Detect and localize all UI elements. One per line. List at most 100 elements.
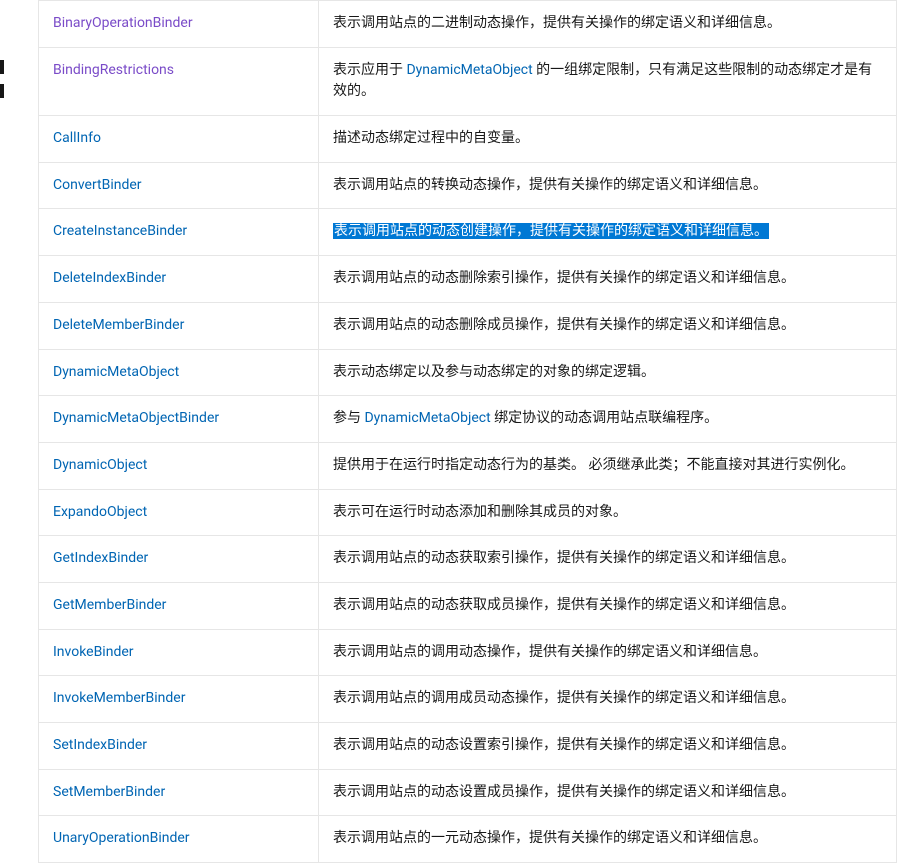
description-text: 表示动态绑定以及参与动态绑定的对象的绑定逻辑。	[333, 364, 655, 380]
class-description: 表示调用站点的二进制动态操作，提供有关操作的绑定语义和详细信息。	[333, 15, 781, 31]
class-description-cell: 参与 DynamicMetaObject 绑定协议的动态调用站点联编程序。	[319, 396, 897, 443]
class-description: 表示调用站点的动态设置成员操作，提供有关操作的绑定语义和详细信息。	[333, 784, 795, 800]
class-description: 提供用于在运行时指定动态行为的基类。 必须继承此类；不能直接对其进行实例化。	[333, 457, 854, 473]
side-marks	[0, 60, 4, 108]
class-description: 表示调用站点的动态删除成员操作，提供有关操作的绑定语义和详细信息。	[333, 317, 795, 333]
class-description: 表示调用站点的动态获取成员操作，提供有关操作的绑定语义和详细信息。	[333, 597, 795, 613]
class-description-cell: 表示调用站点的动态获取成员操作，提供有关操作的绑定语义和详细信息。	[319, 582, 897, 629]
description-text: 表示可在运行时动态添加和删除其成员的对象。	[333, 504, 627, 520]
description-text: 提供用于在运行时指定动态行为的基类。 必须继承此类；不能直接对其进行实例化。	[333, 457, 854, 473]
class-link[interactable]: GetMemberBinder	[53, 597, 166, 613]
class-name-cell: DeleteMemberBinder	[39, 302, 319, 349]
class-link[interactable]: DeleteMemberBinder	[53, 317, 184, 333]
class-name-cell: SetIndexBinder	[39, 723, 319, 770]
class-description: 表示可在运行时动态添加和删除其成员的对象。	[333, 504, 627, 520]
description-text: 表示调用站点的一元动态操作，提供有关操作的绑定语义和详细信息。	[333, 830, 767, 846]
class-description-cell: 表示调用站点的调用动态操作，提供有关操作的绑定语义和详细信息。	[319, 629, 897, 676]
class-link[interactable]: SetMemberBinder	[53, 784, 165, 800]
class-description-cell: 表示调用站点的动态设置索引操作，提供有关操作的绑定语义和详细信息。	[319, 723, 897, 770]
class-link[interactable]: CallInfo	[53, 130, 101, 146]
class-description: 表示应用于 DynamicMetaObject 的一组绑定限制，只有满足这些限制…	[333, 62, 872, 100]
table-row: DynamicMetaObjectBinder 参与 DynamicMetaObj…	[39, 396, 897, 443]
class-link[interactable]: InvokeBinder	[53, 644, 134, 660]
class-name-cell: CallInfo	[39, 116, 319, 163]
class-link[interactable]: GetIndexBinder	[53, 550, 148, 566]
class-description: 表示动态绑定以及参与动态绑定的对象的绑定逻辑。	[333, 364, 655, 380]
table-row: ExpandoObject 表示可在运行时动态添加和删除其成员的对象。	[39, 489, 897, 536]
description-text: 表示调用站点的动态获取成员操作，提供有关操作的绑定语义和详细信息。	[333, 597, 795, 613]
table-row: CallInfo 描述动态绑定过程中的自变量。	[39, 116, 897, 163]
class-name-cell: DeleteIndexBinder	[39, 256, 319, 303]
class-link[interactable]: BinaryOperationBinder	[53, 15, 193, 31]
description-text: 表示调用站点的动态设置成员操作，提供有关操作的绑定语义和详细信息。	[333, 784, 795, 800]
class-description: 表示调用站点的一元动态操作，提供有关操作的绑定语义和详细信息。	[333, 830, 767, 846]
class-name-cell: SetMemberBinder	[39, 769, 319, 816]
class-name-cell: DynamicMetaObjectBinder	[39, 396, 319, 443]
description-text: 表示调用站点的动态设置索引操作，提供有关操作的绑定语义和详细信息。	[333, 737, 795, 753]
table-row: BindingRestrictions 表示应用于 DynamicMetaObje…	[39, 47, 897, 115]
class-link[interactable]: DynamicObject	[53, 457, 147, 473]
table-row: GetIndexBinder 表示调用站点的动态获取索引操作，提供有关操作的绑定语…	[39, 536, 897, 583]
class-link[interactable]: ExpandoObject	[53, 504, 147, 520]
table-row: InvokeBinder 表示调用站点的调用动态操作，提供有关操作的绑定语义和详细…	[39, 629, 897, 676]
class-name-cell: BindingRestrictions	[39, 47, 319, 115]
class-description-cell: 提供用于在运行时指定动态行为的基类。 必须继承此类；不能直接对其进行实例化。	[319, 442, 897, 489]
table-row: ConvertBinder 表示调用站点的转换动态操作，提供有关操作的绑定语义和详…	[39, 162, 897, 209]
table-row: DynamicObject 提供用于在运行时指定动态行为的基类。 必须继承此类；不…	[39, 442, 897, 489]
class-name-cell: UnaryOperationBinder	[39, 816, 319, 863]
classes-table: BinaryOperationBinder 表示调用站点的二进制动态操作，提供有关…	[38, 0, 897, 863]
class-link[interactable]: DynamicMetaObject	[53, 364, 179, 380]
class-description: 表示调用站点的调用成员动态操作，提供有关操作的绑定语义和详细信息。	[333, 690, 795, 706]
description-text: 表示调用站点的动态删除索引操作，提供有关操作的绑定语义和详细信息。	[333, 270, 795, 286]
table-row: SetMemberBinder 表示调用站点的动态设置成员操作，提供有关操作的绑定…	[39, 769, 897, 816]
class-link[interactable]: InvokeMemberBinder	[53, 690, 185, 706]
class-description-cell: 表示调用站点的动态创建操作，提供有关操作的绑定语义和详细信息。	[319, 209, 897, 256]
class-link[interactable]: SetIndexBinder	[53, 737, 147, 753]
description-text: 描述动态绑定过程中的自变量。	[333, 130, 529, 146]
description-text: 表示调用站点的二进制动态操作，提供有关操作的绑定语义和详细信息。	[333, 15, 781, 31]
table-row: UnaryOperationBinder 表示调用站点的一元动态操作，提供有关操作…	[39, 816, 897, 863]
class-link[interactable]: UnaryOperationBinder	[53, 830, 190, 846]
class-description-cell: 表示调用站点的转换动态操作，提供有关操作的绑定语义和详细信息。	[319, 162, 897, 209]
class-name-cell: DynamicObject	[39, 442, 319, 489]
table-row: GetMemberBinder 表示调用站点的动态获取成员操作，提供有关操作的绑定…	[39, 582, 897, 629]
class-description: 表示调用站点的调用动态操作，提供有关操作的绑定语义和详细信息。	[333, 644, 767, 660]
class-name-cell: GetMemberBinder	[39, 582, 319, 629]
class-description-cell: 表示调用站点的二进制动态操作，提供有关操作的绑定语义和详细信息。	[319, 1, 897, 48]
class-description: 表示调用站点的动态设置索引操作，提供有关操作的绑定语义和详细信息。	[333, 737, 795, 753]
class-description: 表示调用站点的动态创建操作，提供有关操作的绑定语义和详细信息。	[333, 223, 769, 239]
class-name-cell: ExpandoObject	[39, 489, 319, 536]
class-link[interactable]: DynamicMetaObjectBinder	[53, 410, 219, 426]
description-text: 表示调用站点的转换动态操作，提供有关操作的绑定语义和详细信息。	[333, 177, 767, 193]
description-text: 表示调用站点的动态删除成员操作，提供有关操作的绑定语义和详细信息。	[333, 317, 795, 333]
class-description: 表示调用站点的动态删除索引操作，提供有关操作的绑定语义和详细信息。	[333, 270, 795, 286]
description-text: 绑定协议的动态调用站点联编程序。	[491, 410, 718, 426]
classes-table-body: BinaryOperationBinder 表示调用站点的二进制动态操作，提供有关…	[39, 1, 897, 863]
class-description: 表示调用站点的转换动态操作，提供有关操作的绑定语义和详细信息。	[333, 177, 767, 193]
class-description-cell: 表示调用站点的动态获取索引操作，提供有关操作的绑定语义和详细信息。	[319, 536, 897, 583]
table-row: CreateInstanceBinder 表示调用站点的动态创建操作，提供有关操作…	[39, 209, 897, 256]
description-text: 参与	[333, 410, 364, 426]
class-link[interactable]: ConvertBinder	[53, 177, 142, 193]
class-link[interactable]: DeleteIndexBinder	[53, 270, 166, 286]
side-mark	[0, 84, 4, 98]
class-description-cell: 表示应用于 DynamicMetaObject 的一组绑定限制，只有满足这些限制…	[319, 47, 897, 115]
class-description-cell: 表示动态绑定以及参与动态绑定的对象的绑定逻辑。	[319, 349, 897, 396]
class-link[interactable]: BindingRestrictions	[53, 62, 174, 78]
description-text: 表示调用站点的动态获取索引操作，提供有关操作的绑定语义和详细信息。	[333, 550, 795, 566]
inline-link[interactable]: DynamicMetaObject	[364, 410, 490, 426]
description-text: 表示调用站点的动态创建操作，提供有关操作的绑定语义和详细信息。	[334, 223, 768, 239]
table-row: DynamicMetaObject 表示动态绑定以及参与动态绑定的对象的绑定逻辑。	[39, 349, 897, 396]
class-description-cell: 表示可在运行时动态添加和删除其成员的对象。	[319, 489, 897, 536]
inline-link[interactable]: DynamicMetaObject	[406, 62, 532, 78]
description-text: 表示应用于	[333, 62, 406, 78]
class-description-cell: 表示调用站点的调用成员动态操作，提供有关操作的绑定语义和详细信息。	[319, 676, 897, 723]
class-description: 参与 DynamicMetaObject 绑定协议的动态调用站点联编程序。	[333, 410, 718, 426]
class-description-cell: 表示调用站点的动态删除成员操作，提供有关操作的绑定语义和详细信息。	[319, 302, 897, 349]
description-text: 表示调用站点的调用动态操作，提供有关操作的绑定语义和详细信息。	[333, 644, 767, 660]
class-name-cell: CreateInstanceBinder	[39, 209, 319, 256]
class-name-cell: InvokeMemberBinder	[39, 676, 319, 723]
class-description: 表示调用站点的动态获取索引操作，提供有关操作的绑定语义和详细信息。	[333, 550, 795, 566]
class-name-cell: DynamicMetaObject	[39, 349, 319, 396]
class-link[interactable]: CreateInstanceBinder	[53, 223, 187, 239]
